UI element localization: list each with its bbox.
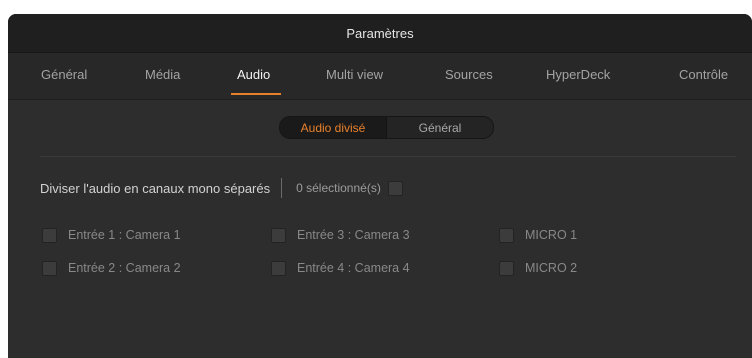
tab-controle[interactable]: Contrôle <box>679 67 728 82</box>
title-bar: Paramètres <box>8 14 752 53</box>
tab-media[interactable]: Média <box>145 67 180 82</box>
channel-checkbox[interactable] <box>499 227 514 243</box>
tab-multi-view[interactable]: Multi view <box>326 67 383 82</box>
channel-option: Entrée 3 : Camera 3 <box>271 226 410 244</box>
channel-label: Entrée 4 : Camera 4 <box>297 261 410 275</box>
channel-label: Entrée 2 : Camera 2 <box>68 261 181 275</box>
segment-general[interactable]: Général <box>387 117 493 138</box>
channel-checkbox[interactable] <box>42 260 57 276</box>
settings-window: Paramètres Général Média Audio Multi vie… <box>8 14 752 358</box>
window-title: Paramètres <box>346 25 414 41</box>
tab-audio[interactable]: Audio <box>237 67 270 82</box>
tab-hyperdeck[interactable]: HyperDeck <box>546 67 610 82</box>
split-audio-label: Diviser l'audio en canaux mono séparés <box>40 180 271 196</box>
channel-label: MICRO 2 <box>525 261 578 275</box>
segment-audio-divise[interactable]: Audio divisé <box>280 117 387 138</box>
channel-checkbox[interactable] <box>271 260 286 276</box>
channel-label: MICRO 1 <box>525 228 578 242</box>
tab-sources[interactable]: Sources <box>445 67 493 82</box>
split-audio-row: Diviser l'audio en canaux mono séparés 0… <box>40 178 403 198</box>
channel-option: Entrée 4 : Camera 4 <box>271 259 410 277</box>
channel-option: MICRO 1 <box>499 226 577 244</box>
select-all-checkbox[interactable] <box>387 180 403 196</box>
audio-mode-segmented-control: Audio divisé Général <box>279 116 494 139</box>
tab-bar: Général Média Audio Multi view Sources H… <box>8 53 752 100</box>
channel-option: Entrée 1 : Camera 1 <box>42 226 181 244</box>
channel-checkbox[interactable] <box>42 227 57 243</box>
channel-option: Entrée 2 : Camera 2 <box>42 259 181 277</box>
channel-label: Entrée 1 : Camera 1 <box>68 228 181 242</box>
tab-general[interactable]: Général <box>41 67 87 82</box>
channel-label: Entrée 3 : Camera 3 <box>297 228 410 242</box>
channel-checkbox[interactable] <box>271 227 286 243</box>
vertical-divider <box>281 178 283 198</box>
active-tab-indicator <box>231 93 281 95</box>
section-divider <box>40 156 736 157</box>
channel-checkbox[interactable] <box>499 260 514 276</box>
channel-option: MICRO 2 <box>499 259 577 277</box>
selected-count: 0 sélectionné(s) <box>296 181 381 195</box>
